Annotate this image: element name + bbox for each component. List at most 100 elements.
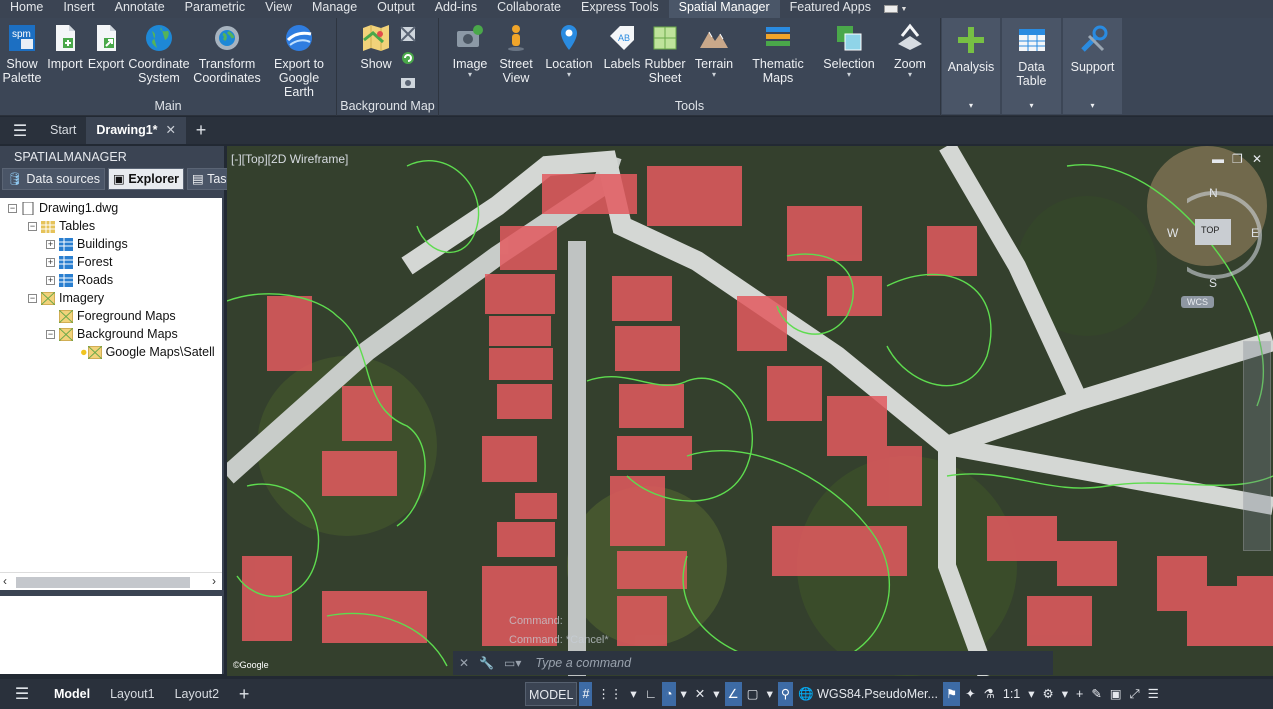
zoom-button[interactable]: Zoom ▾ (889, 22, 931, 79)
add-layout-button[interactable]: + (229, 684, 259, 705)
tab-annotate[interactable]: Annotate (105, 0, 175, 18)
compass-north[interactable]: N (1209, 186, 1218, 200)
analysis-button[interactable]: Analysis ▾ (942, 18, 1000, 114)
tab-model[interactable]: Model (44, 679, 100, 709)
expand-icon[interactable]: + (46, 240, 55, 250)
compass-south[interactable]: S (1209, 276, 1217, 290)
refresh-map-icon[interactable] (400, 50, 416, 66)
location-button[interactable]: Location ▾ (541, 22, 597, 79)
annotation-scale-icon[interactable]: ⚗ (981, 682, 998, 706)
compass-east[interactable]: E (1251, 226, 1259, 240)
tab-spatial-manager[interactable]: Spatial Manager (668, 0, 780, 18)
tab-data-sources[interactable]: 🛢 Data sources (2, 168, 106, 190)
thematic-maps-button[interactable]: Thematic Maps (751, 22, 805, 85)
close-tab-icon[interactable]: ✕ (166, 123, 176, 137)
fullscreen-icon[interactable]: ⤢ (1127, 682, 1143, 706)
viewcube-top-face[interactable]: TOP (1201, 225, 1219, 235)
wcs-button[interactable]: WCS (1181, 296, 1214, 308)
compass-west[interactable]: W (1167, 226, 1178, 240)
tree-node-imagery[interactable]: − Imagery (28, 289, 104, 307)
tree-node-google-maps[interactable]: ● Google Maps\Satell (80, 343, 215, 361)
scrollbar-thumb[interactable] (16, 577, 190, 588)
street-view-button[interactable]: Street View (495, 22, 537, 85)
isolate-objects-icon[interactable]: ▣ (1107, 682, 1125, 706)
tree-node-foreground-maps[interactable]: Foreground Maps (46, 307, 176, 325)
collapse-icon[interactable]: − (8, 204, 17, 214)
model-space-button[interactable]: MODEL (525, 682, 578, 706)
tab-output[interactable]: Output (367, 0, 425, 18)
support-button[interactable]: Support ▾ (1063, 18, 1122, 114)
viewport-restore-icon[interactable]: ❐ (1232, 152, 1243, 166)
isodraft-icon[interactable]: ✕ (692, 682, 708, 706)
auto-scale-icon[interactable]: ✦ (962, 682, 978, 706)
show-background-map-button[interactable]: Show (357, 22, 395, 71)
rubber-sheet-button[interactable]: Rubber Sheet (642, 22, 688, 85)
dropdown-icon[interactable]: ▾ (710, 682, 722, 706)
viewport-close-icon[interactable]: ✕ (1252, 152, 1262, 166)
units-icon[interactable]: ✎ (1088, 682, 1104, 706)
hamburger-menu-icon[interactable]: ☰ (0, 121, 40, 141)
export-button[interactable]: Export (86, 22, 126, 71)
viewport-controls-label[interactable]: [-][Top][2D Wireframe] (231, 152, 348, 166)
tab-start[interactable]: Start (40, 117, 86, 144)
tab-add-ins[interactable]: Add-ins (425, 0, 487, 18)
tree-horizontal-scrollbar[interactable]: ‹ › (0, 572, 222, 590)
navigation-bar[interactable] (1243, 341, 1271, 551)
data-table-button[interactable]: Data Table ▾ (1002, 18, 1061, 114)
tab-layout2[interactable]: Layout2 (165, 679, 229, 709)
polar-icon[interactable]: ◔ (661, 682, 676, 706)
scroll-right-icon[interactable]: › (212, 574, 216, 588)
dropdown-icon[interactable]: ▾ (764, 682, 776, 706)
tab-insert[interactable]: Insert (53, 0, 104, 18)
map-layers-icon[interactable] (400, 26, 416, 42)
collapse-icon[interactable]: − (28, 222, 37, 232)
image-button[interactable]: Image ▾ (449, 22, 491, 79)
annotation-visibility-icon[interactable]: ⚑ (942, 682, 961, 706)
dropdown-icon[interactable]: ▾ (1025, 682, 1037, 706)
snap-icon[interactable]: ⋮⋮ (594, 682, 625, 706)
tab-home[interactable]: Home (0, 0, 53, 18)
ortho-icon[interactable]: ∟ (642, 682, 660, 706)
tab-drawing1[interactable]: Drawing1* ✕ (86, 117, 187, 144)
show-palette-button[interactable]: spm Show Palette (2, 22, 42, 85)
layout-menu-icon[interactable]: ☰ (0, 684, 44, 704)
plus-icon[interactable]: + (1073, 682, 1086, 706)
import-button[interactable]: Import (45, 22, 85, 71)
tree-node-roads[interactable]: + Roads (46, 271, 113, 289)
object-snap-icon[interactable]: ▢ (744, 682, 762, 706)
collapse-icon[interactable]: − (28, 294, 37, 304)
tab-express-tools[interactable]: Express Tools (571, 0, 669, 18)
grid-icon[interactable]: # (579, 682, 593, 706)
dropdown-icon[interactable]: ▾ (1059, 682, 1071, 706)
ribbon-display-toggle[interactable]: ▼ (881, 0, 911, 18)
customize-icon[interactable]: ☰ (1145, 682, 1162, 706)
tab-manage[interactable]: Manage (302, 0, 367, 18)
command-settings-icon[interactable]: 🔧 (479, 656, 494, 670)
collapse-icon[interactable]: − (46, 330, 55, 340)
viewport-minimize-icon[interactable]: ▬ (1212, 152, 1224, 166)
export-google-earth-button[interactable]: Export to Google Earth (263, 22, 335, 99)
location-pin-icon[interactable]: ⚲ (777, 682, 794, 706)
dropdown-icon[interactable]: ▾ (627, 682, 639, 706)
tab-explorer[interactable]: ▣ Explorer (108, 168, 185, 190)
scroll-left-icon[interactable]: ‹ (3, 574, 7, 588)
tree-node-buildings[interactable]: + Buildings (46, 235, 128, 253)
scale-label[interactable]: 1:1 (1000, 682, 1023, 706)
drawing-viewport[interactable]: [-][Top][2D Wireframe] ▬ ❐ ✕ N S E W TOP… (227, 146, 1273, 676)
command-line[interactable]: ✕ 🔧 ▭▾ Type a command (453, 651, 1053, 675)
tab-view[interactable]: View (255, 0, 302, 18)
coordinate-system-button[interactable]: Coordinate System (127, 22, 191, 85)
terrain-button[interactable]: Terrain ▾ (691, 22, 737, 79)
new-tab-button[interactable]: + (186, 120, 216, 141)
tree-node-forest[interactable]: + Forest (46, 253, 112, 271)
tab-featured-apps[interactable]: Featured Apps (780, 0, 881, 18)
dropdown-icon[interactable]: ▾ (678, 682, 690, 706)
tree-node-background-maps[interactable]: − Background Maps (46, 325, 178, 343)
viewcube[interactable]: N S E W TOP WCS (1166, 182, 1267, 312)
tab-collaborate[interactable]: Collaborate (487, 0, 571, 18)
tree-node-tables[interactable]: − Tables (28, 217, 95, 235)
crs-globe-icon[interactable]: 🌐 WGS84.PseudoMer... (795, 682, 941, 706)
expand-icon[interactable]: + (46, 276, 55, 286)
tree-node-drawing[interactable]: − Drawing1.dwg (8, 199, 118, 217)
transform-coordinates-button[interactable]: Transform Coordinates (192, 22, 262, 85)
